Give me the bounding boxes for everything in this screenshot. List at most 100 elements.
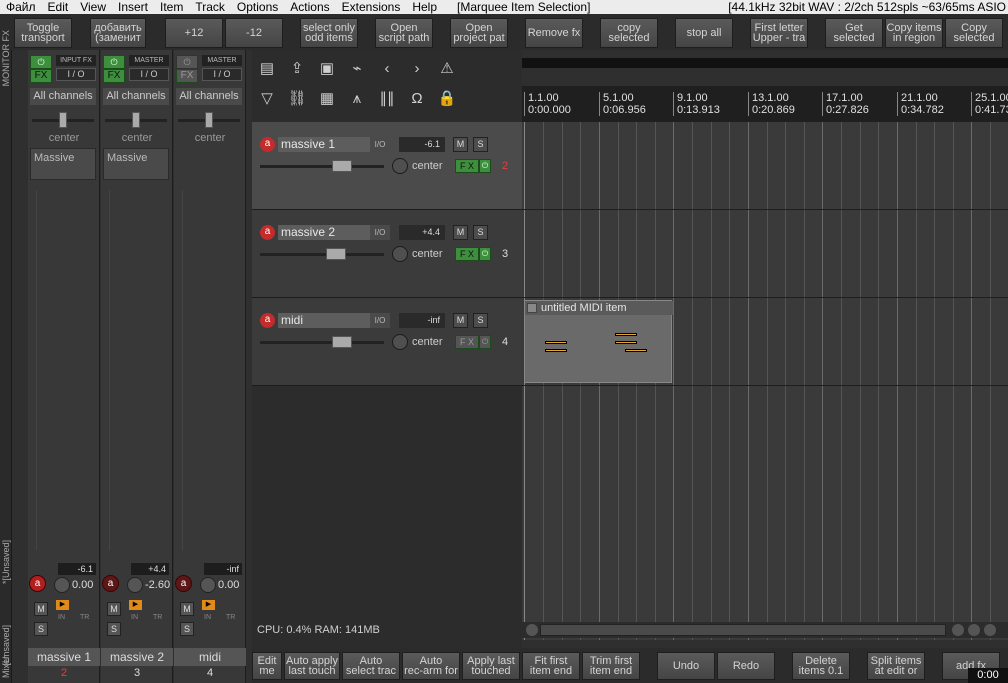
- io-button[interactable]: I/O: [370, 313, 390, 328]
- menu-edit[interactable]: Edit: [42, 0, 75, 14]
- midi-item[interactable]: untitled MIDI item: [524, 300, 673, 383]
- solo-button[interactable]: S: [473, 225, 488, 240]
- split-items-button[interactable]: Split items at edit or: [867, 652, 925, 680]
- mute-button[interactable]: M: [453, 313, 468, 328]
- fx-power-icon[interactable]: ⏻: [479, 159, 491, 173]
- auto-apply-button[interactable]: Auto apply last touch: [284, 652, 340, 680]
- channel-name[interactable]: midi: [174, 648, 246, 666]
- record-arm-button[interactable]: a: [260, 137, 275, 152]
- width-dial[interactable]: [127, 577, 143, 593]
- record-arm-button[interactable]: a: [29, 575, 46, 592]
- get-selected-button[interactable]: Get selected: [825, 18, 883, 48]
- link-icon[interactable]: ⛓: [286, 88, 308, 110]
- remove-fx-button[interactable]: Remove fx: [525, 18, 583, 48]
- io-button[interactable]: I / O: [202, 68, 242, 81]
- solo-button[interactable]: S: [473, 313, 488, 328]
- fx-power-icon[interactable]: ⏻: [30, 55, 52, 69]
- fx-power-icon[interactable]: ⏻: [479, 335, 491, 349]
- apply-last-touched-button[interactable]: Apply last touched: [462, 652, 520, 680]
- first-letter-upper-button[interactable]: First letter Upper - tra: [750, 18, 808, 48]
- io-button[interactable]: I / O: [129, 68, 169, 81]
- fx-power-icon[interactable]: ⏻: [103, 55, 125, 69]
- menu-item[interactable]: Item: [154, 0, 189, 14]
- track-row-2[interactable]: a massive 2 I/O +4.4 M S center F X ⏻ 3: [252, 210, 522, 298]
- chevron-left-icon[interactable]: ‹: [376, 58, 398, 80]
- volume-fader[interactable]: [260, 248, 384, 260]
- grid-icon[interactable]: ▦: [316, 88, 338, 110]
- paperclip-icon[interactable]: ⌁: [346, 58, 368, 80]
- horizontal-scrollbar[interactable]: [522, 622, 1008, 638]
- lock-icon[interactable]: 🔒: [436, 88, 458, 110]
- mute-button[interactable]: M: [453, 137, 468, 152]
- zoom-in-icon[interactable]: [984, 624, 996, 636]
- menu-extensions[interactable]: Extensions: [336, 0, 407, 14]
- io-button[interactable]: I/O: [370, 225, 390, 240]
- fx-power-icon[interactable]: ⏻: [479, 247, 491, 261]
- track-name[interactable]: massive 2: [278, 225, 370, 240]
- fx-slot[interactable]: Massive: [30, 148, 96, 180]
- record-arm-button[interactable]: a: [102, 575, 119, 592]
- fx-button[interactable]: FX: [176, 69, 198, 83]
- volume-fader[interactable]: [260, 336, 384, 348]
- track-row-1[interactable]: a massive 1 I/O -6.1 M S center F X ⏻ 2: [252, 122, 522, 210]
- track-row-3[interactable]: a midi I/O -inf M S center F X ⏻ 4: [252, 298, 522, 386]
- add-replace-button[interactable]: добавить (заменит: [90, 18, 146, 48]
- copy-selected-2-button[interactable]: Copy selected: [945, 18, 1003, 48]
- mixer-tab[interactable]: Mixer: [1, 656, 11, 678]
- scroll-thumb[interactable]: [540, 624, 946, 636]
- menu-insert[interactable]: Insert: [112, 0, 154, 14]
- unsaved-tab[interactable]: *[Unsaved]: [1, 540, 11, 584]
- copy-items-region-button[interactable]: Copy items in region: [885, 18, 943, 48]
- menu-help[interactable]: Help: [406, 0, 443, 14]
- width-dial[interactable]: [54, 577, 70, 593]
- volume-fader[interactable]: [260, 160, 384, 172]
- delete-items-button[interactable]: Delete items 0.1: [792, 652, 850, 680]
- upload-icon[interactable]: ⇪: [286, 58, 308, 80]
- track-lane-1[interactable]: [522, 122, 1008, 210]
- trim-first-item-end-button[interactable]: Trim first item end: [582, 652, 640, 680]
- solo-button[interactable]: S: [34, 622, 48, 636]
- pan-dial[interactable]: [392, 246, 408, 262]
- select-odd-items-button[interactable]: select only odd items: [300, 18, 358, 48]
- channels-select[interactable]: All channels: [176, 88, 242, 105]
- fx-slot[interactable]: Massive: [103, 148, 169, 180]
- arrange-view[interactable]: 1.1.00 0:00.000 5.1.00 0:06.956 9.1.00 0:13…: [522, 50, 1008, 640]
- menu-actions[interactable]: Actions: [284, 0, 335, 14]
- track-name[interactable]: massive 1: [278, 137, 370, 152]
- open-project-path-button[interactable]: Open project pat: [450, 18, 508, 48]
- undo-button[interactable]: Undo: [657, 652, 715, 680]
- midi-item-title[interactable]: untitled MIDI item: [525, 301, 673, 315]
- record-arm-button[interactable]: a: [260, 313, 275, 328]
- volume-fader[interactable]: [36, 190, 92, 550]
- play-icon[interactable]: ▶: [56, 600, 69, 610]
- scroll-right-icon[interactable]: [952, 624, 964, 636]
- timeline-ruler[interactable]: 1.1.00 0:00.000 5.1.00 0:06.956 9.1.00 0:13…: [522, 86, 1008, 122]
- auto-rec-arm-button[interactable]: Auto rec-arm for: [402, 652, 460, 680]
- play-icon[interactable]: ▶: [202, 600, 215, 610]
- volume-fader[interactable]: [109, 190, 165, 550]
- chevron-right-icon[interactable]: ›: [406, 58, 428, 80]
- volume-fader[interactable]: [182, 190, 238, 550]
- channel-name[interactable]: massive 1: [28, 648, 100, 666]
- redo-button[interactable]: Redo: [717, 652, 775, 680]
- mute-button[interactable]: M: [180, 602, 194, 616]
- fx-button[interactable]: FX: [103, 69, 125, 83]
- magnet-icon[interactable]: Ω: [406, 88, 428, 110]
- pan-dial[interactable]: [392, 158, 408, 174]
- menu-options[interactable]: Options: [231, 0, 284, 14]
- save-icon[interactable]: ▣: [316, 58, 338, 80]
- fit-first-item-end-button[interactable]: Fit first item end: [522, 652, 580, 680]
- stop-all-button[interactable]: stop all: [675, 18, 733, 48]
- item-icon[interactable]: [527, 303, 537, 313]
- fx-power-icon[interactable]: ⏻: [176, 55, 198, 69]
- menu-track[interactable]: Track: [189, 0, 231, 14]
- io-button[interactable]: I / O: [56, 68, 96, 81]
- scroll-left-icon[interactable]: [526, 624, 538, 636]
- copy-selected-button[interactable]: copy selected: [600, 18, 658, 48]
- solo-button[interactable]: S: [107, 622, 121, 636]
- funnel-icon[interactable]: ▽: [256, 88, 278, 110]
- pan-slider[interactable]: [178, 112, 240, 128]
- zoom-out-icon[interactable]: [968, 624, 980, 636]
- track-lane-2[interactable]: [522, 210, 1008, 298]
- pitch-down-12-button[interactable]: -12: [225, 18, 283, 48]
